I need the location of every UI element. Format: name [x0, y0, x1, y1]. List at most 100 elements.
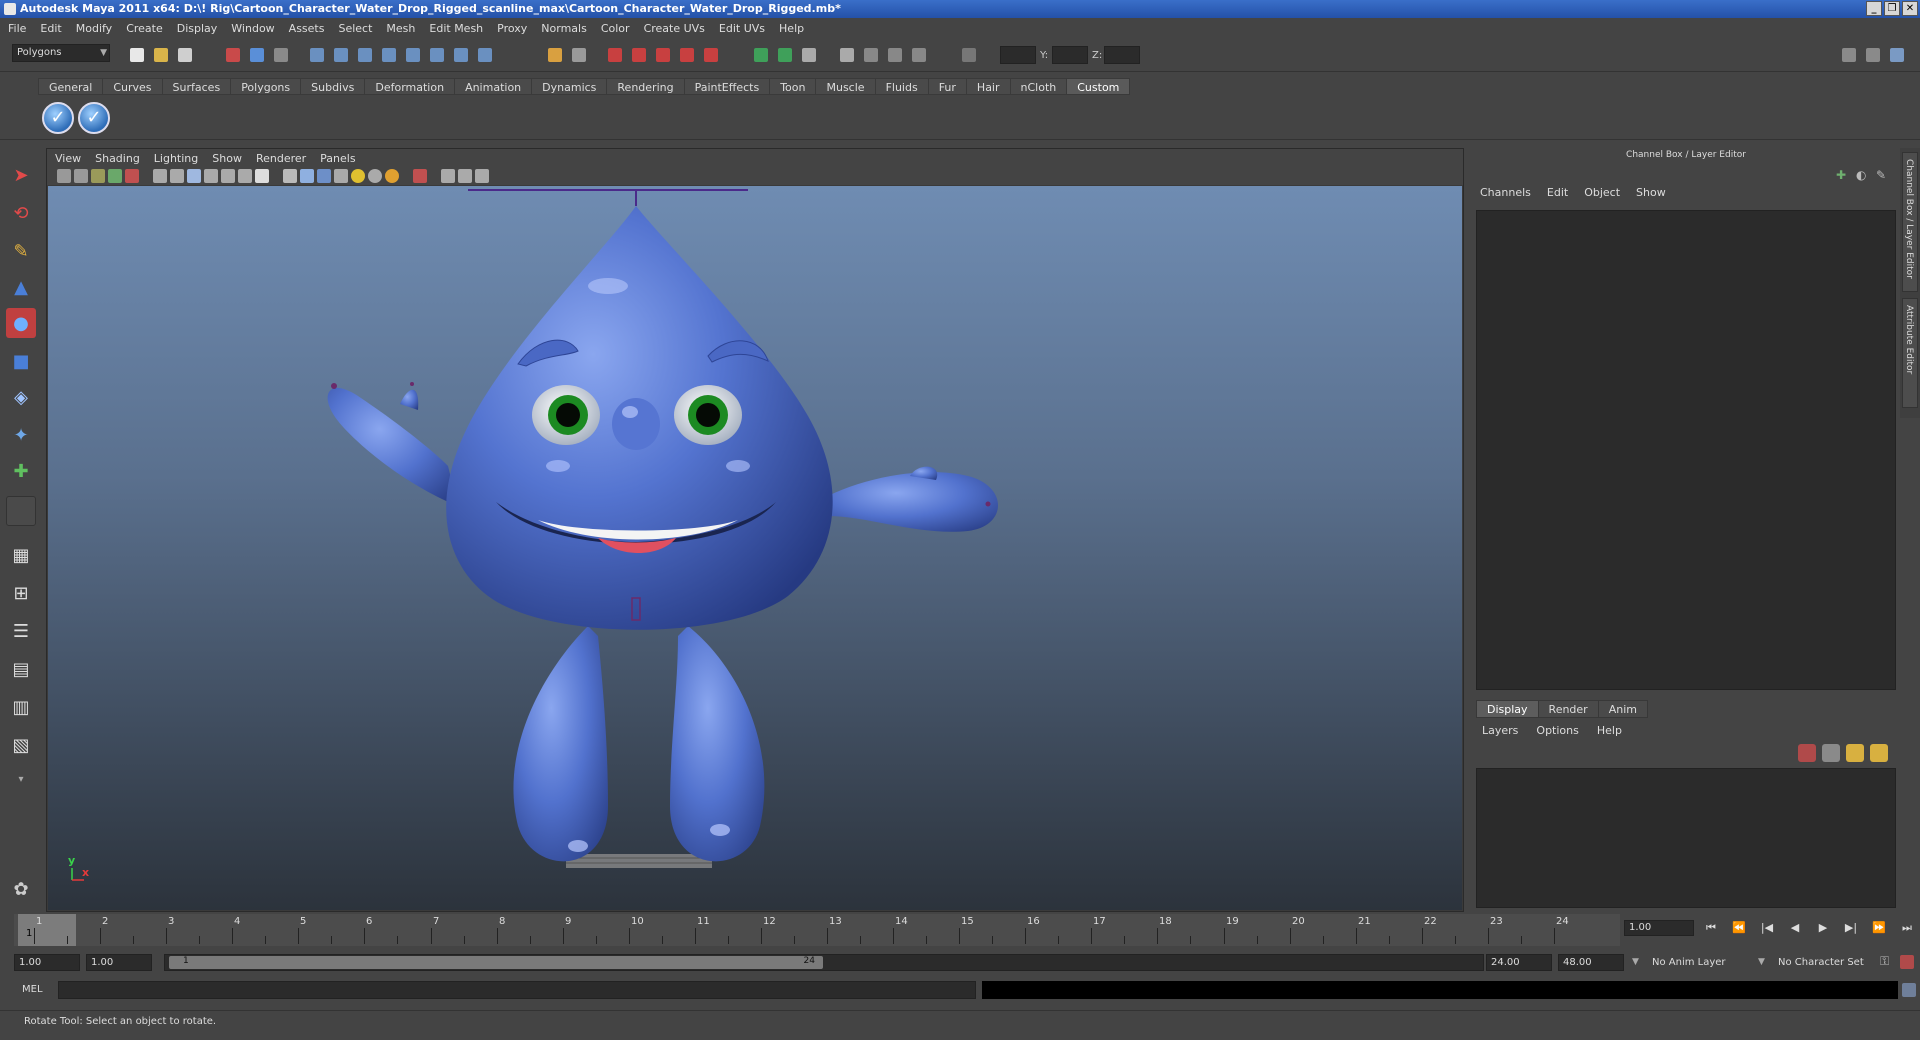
- pin-icon[interactable]: ✎: [1876, 168, 1890, 182]
- step-forward-frame-icon[interactable]: ▶|: [1840, 920, 1862, 936]
- key-icon[interactable]: ⚿: [1880, 954, 1896, 970]
- wireframe-icon[interactable]: [283, 169, 297, 183]
- universal-manipulator-icon[interactable]: ◈: [6, 382, 36, 412]
- x-field[interactable]: [1000, 46, 1036, 64]
- layer-menu-help[interactable]: Help: [1597, 724, 1622, 737]
- shelf-tab-general[interactable]: General: [38, 78, 104, 95]
- viewport-canvas[interactable]: y x: [48, 186, 1462, 910]
- select-tool-icon[interactable]: ➤: [6, 160, 36, 190]
- shelf-tab-fur[interactable]: Fur: [927, 78, 967, 95]
- hypershade-layout-icon[interactable]: ▥: [6, 692, 36, 722]
- new-layer-from-selection-icon[interactable]: [1870, 744, 1888, 762]
- grid-toggle-icon[interactable]: [153, 169, 167, 183]
- shelf-tab-surfaces[interactable]: Surfaces: [161, 78, 232, 95]
- current-frame-field[interactable]: 1.00: [1624, 920, 1694, 936]
- paint-select-tool-icon[interactable]: ✎: [6, 236, 36, 266]
- start-time-field[interactable]: 1.00: [14, 954, 80, 971]
- restore-button[interactable]: ❐: [1884, 1, 1900, 16]
- menu-select[interactable]: Select: [338, 22, 372, 35]
- character-set-dropdown[interactable]: No Character Set: [1774, 954, 1884, 971]
- shelf-tab-painteffects[interactable]: PaintEffects: [683, 78, 771, 95]
- menu-edit-mesh[interactable]: Edit Mesh: [429, 22, 483, 35]
- range-slider-bar[interactable]: 1 24: [164, 954, 1484, 971]
- half-circle-icon[interactable]: ◐: [1856, 168, 1870, 182]
- outliner-layout-icon[interactable]: ☰: [6, 616, 36, 646]
- channel-box-side-tab[interactable]: Channel Box / Layer Editor: [1902, 152, 1918, 292]
- move-layer-down-icon[interactable]: [1822, 744, 1840, 762]
- snap-plane-icon[interactable]: [378, 44, 400, 66]
- viewport-menu-panels[interactable]: Panels: [320, 152, 355, 165]
- rename-icon[interactable]: [774, 44, 796, 66]
- shelf-tab-hair[interactable]: Hair: [965, 78, 1011, 95]
- render-view-icon[interactable]: [700, 44, 722, 66]
- shelf-tab-toon[interactable]: Toon: [769, 78, 817, 95]
- lasso-tool-icon[interactable]: ⟲: [6, 198, 36, 228]
- step-back-frame-icon[interactable]: |◀: [1756, 920, 1778, 936]
- shadows-icon[interactable]: [385, 169, 399, 183]
- anim-layer-chevron-down-icon[interactable]: ▼: [1632, 957, 1639, 967]
- select-hierarchy-icon[interactable]: [222, 44, 244, 66]
- history-icon[interactable]: [450, 44, 472, 66]
- menu-normals[interactable]: Normals: [541, 22, 587, 35]
- playback-end-field[interactable]: 24.00: [1486, 954, 1552, 971]
- last-tool-slot[interactable]: [6, 496, 36, 526]
- time-slider-track[interactable]: 1 1 2 3 4 5 6 7 8 9 10 11 12 13 14 15 16 17 18 19 20 21 22 23 2…: [14, 914, 1620, 946]
- move-layer-up-icon[interactable]: [1798, 744, 1816, 762]
- script-editor-icon[interactable]: [1902, 983, 1916, 997]
- shelf-tab-custom[interactable]: Custom: [1066, 78, 1131, 95]
- show-manipulator-icon[interactable]: ✚: [6, 456, 36, 486]
- shelf-tab-animation[interactable]: Animation: [454, 78, 533, 95]
- attribute-icon[interactable]: [798, 44, 820, 66]
- rotate-tool-icon[interactable]: ●: [6, 308, 36, 338]
- play-backwards-icon[interactable]: ◀: [1784, 920, 1806, 936]
- select-object-icon[interactable]: [246, 44, 268, 66]
- menu-window[interactable]: Window: [231, 22, 274, 35]
- input-line-icon[interactable]: [750, 44, 772, 66]
- menu-set-dropdown[interactable]: Polygons ▼: [12, 44, 110, 62]
- toggle-attribute-editor-icon[interactable]: [1838, 44, 1860, 66]
- end-time-field[interactable]: 48.00: [1558, 954, 1624, 971]
- shelf-tab-fluids[interactable]: Fluids: [874, 78, 929, 95]
- shelf-check-button-2[interactable]: ✓: [78, 102, 110, 134]
- backface-culling-icon[interactable]: [475, 169, 489, 183]
- character-set-chevron-down-icon[interactable]: ▼: [1758, 957, 1765, 967]
- anim-layer-dropdown[interactable]: No Anim Layer: [1648, 954, 1758, 971]
- playback-start-field[interactable]: 1.00: [86, 954, 152, 971]
- sculpt-icon[interactable]: [884, 44, 906, 66]
- quick-layout-icon[interactable]: ✿: [6, 874, 36, 904]
- menu-create[interactable]: Create: [126, 22, 163, 35]
- toggle-tool-settings-icon[interactable]: [1862, 44, 1884, 66]
- default-lighting-icon[interactable]: [351, 169, 365, 183]
- viewport-menu-show[interactable]: Show: [212, 152, 242, 165]
- layer-list-area[interactable]: [1476, 768, 1896, 908]
- go-to-end-icon[interactable]: ⏭: [1896, 920, 1918, 936]
- layer-menu-options[interactable]: Options: [1536, 724, 1578, 737]
- safe-title-icon[interactable]: [255, 169, 269, 183]
- layer-tab-render[interactable]: Render: [1537, 700, 1599, 718]
- gate-mask-icon[interactable]: [204, 169, 218, 183]
- water-drop-character[interactable]: [48, 186, 1462, 910]
- shelf-tab-rendering[interactable]: Rendering: [606, 78, 685, 95]
- field-chart-icon[interactable]: [221, 169, 235, 183]
- range-slider-thumb[interactable]: 1 24: [169, 956, 823, 969]
- command-input[interactable]: [58, 981, 976, 999]
- snap-curve-icon[interactable]: [330, 44, 352, 66]
- ipr-render-icon[interactable]: [628, 44, 650, 66]
- image-plane-icon[interactable]: [108, 169, 122, 183]
- menu-edit-uvs[interactable]: Edit UVs: [719, 22, 765, 35]
- menu-help[interactable]: Help: [779, 22, 804, 35]
- move-tool-icon[interactable]: ▲: [6, 272, 36, 302]
- preferences-icon[interactable]: [1900, 955, 1914, 969]
- film-gate-icon[interactable]: [170, 169, 184, 183]
- textured-icon[interactable]: [334, 169, 348, 183]
- snap-point-icon[interactable]: [354, 44, 376, 66]
- absolute-transform-icon[interactable]: [958, 44, 980, 66]
- layer-menu-layers[interactable]: Layers: [1482, 724, 1518, 737]
- viewport-menu-lighting[interactable]: Lighting: [154, 152, 198, 165]
- smooth-shade-icon[interactable]: [300, 169, 314, 183]
- soft-modification-icon[interactable]: ✦: [6, 420, 36, 450]
- xray-icon[interactable]: [441, 169, 455, 183]
- snap-surface-icon[interactable]: [402, 44, 424, 66]
- layer-tab-anim[interactable]: Anim: [1597, 700, 1648, 718]
- graph-icon[interactable]: [908, 44, 930, 66]
